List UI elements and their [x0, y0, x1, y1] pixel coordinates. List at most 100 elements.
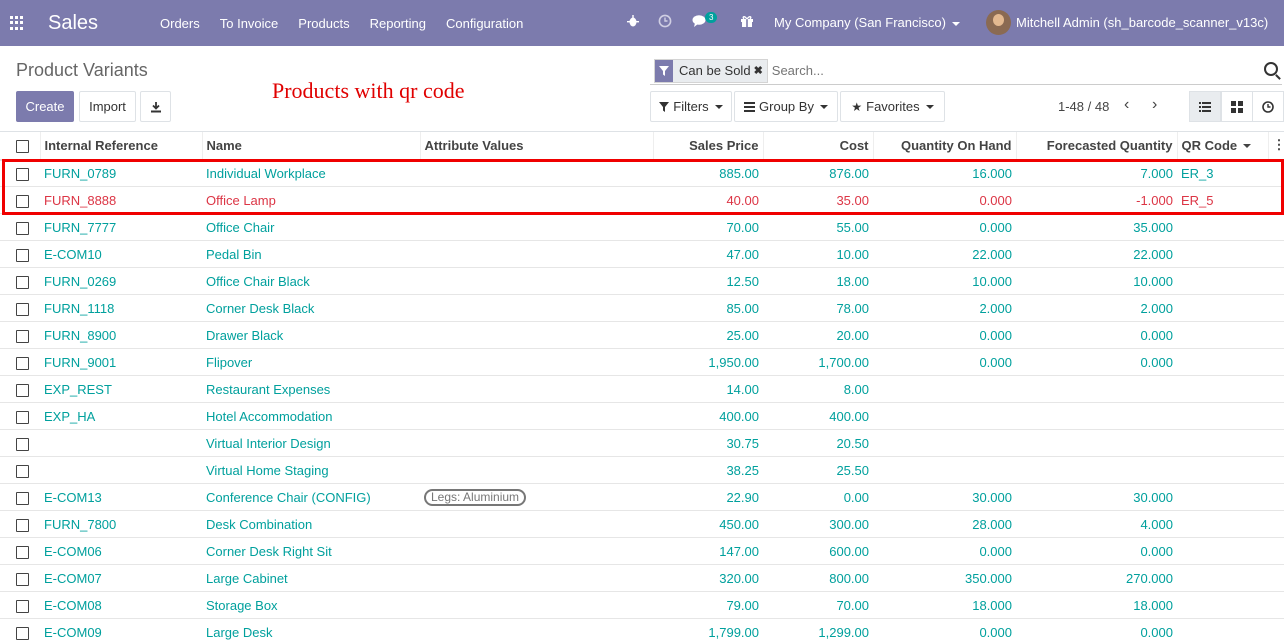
cell-ref[interactable]: FURN_7777 — [40, 213, 202, 241]
cell-price[interactable]: 25.00 — [653, 321, 763, 349]
cell-price[interactable]: 400.00 — [653, 402, 763, 430]
cell-name[interactable]: Pedal Bin — [202, 240, 420, 268]
search-input[interactable] — [771, 63, 1252, 78]
cell-qr[interactable] — [1177, 213, 1268, 241]
cell-name[interactable]: Desk Combination — [202, 510, 420, 538]
column-options-icon[interactable]: ⋮ — [1267, 131, 1284, 161]
cell-attr[interactable] — [420, 591, 653, 619]
cell-qr[interactable] — [1177, 537, 1268, 565]
cell-cost[interactable]: 20.50 — [763, 429, 873, 457]
cell-name[interactable]: Restaurant Expenses — [202, 375, 420, 403]
cell-name[interactable]: Virtual Home Staging — [202, 456, 420, 484]
pager-next-icon[interactable]: › — [1152, 96, 1157, 114]
table-row[interactable]: E-COM07 Large Cabinet 320.00 800.00 350.000 2… — [0, 564, 1284, 592]
cell-price[interactable]: 47.00 — [653, 240, 763, 268]
column-header-sales-price[interactable]: Sales Price — [652, 131, 763, 161]
cell-name[interactable]: Corner Desk Black — [202, 294, 420, 322]
cell-attr[interactable] — [420, 240, 653, 268]
cell-ref[interactable]: EXP_REST — [40, 375, 202, 403]
row-checkbox[interactable] — [16, 275, 29, 289]
avatar[interactable] — [986, 10, 1011, 35]
cell-qr[interactable] — [1177, 321, 1268, 349]
activity-view-button[interactable] — [1252, 91, 1284, 122]
cell-name[interactable]: Office Chair Black — [202, 267, 420, 295]
cell-cost[interactable]: 876.00 — [763, 159, 873, 187]
cell-forecast[interactable]: 0.000 — [1016, 321, 1177, 349]
cell-qty[interactable] — [873, 375, 1016, 403]
cell-cost[interactable]: 70.00 — [763, 591, 873, 619]
cell-price[interactable]: 38.25 — [653, 456, 763, 484]
cell-cost[interactable]: 18.00 — [763, 267, 873, 295]
row-checkbox[interactable] — [16, 491, 29, 505]
cell-cost[interactable]: 1,299.00 — [763, 618, 873, 641]
row-checkbox[interactable] — [16, 167, 29, 181]
cell-qr[interactable] — [1177, 402, 1268, 430]
cell-attr[interactable] — [420, 537, 653, 565]
cell-cost[interactable]: 35.00 — [763, 186, 873, 214]
cell-forecast[interactable]: 7.000 — [1016, 159, 1177, 187]
cell-forecast[interactable]: 4.000 — [1016, 510, 1177, 538]
cell-forecast[interactable] — [1016, 402, 1177, 430]
cell-price[interactable]: 1,799.00 — [653, 618, 763, 641]
cell-forecast[interactable] — [1016, 456, 1177, 484]
row-checkbox[interactable] — [16, 356, 29, 370]
cell-qty[interactable]: 28.000 — [873, 510, 1016, 538]
table-row[interactable]: FURN_0269 Office Chair Black 12.50 18.00 10.… — [0, 267, 1284, 295]
table-row[interactable]: EXP_HA Hotel Accommodation 400.00 400.00 — [0, 402, 1284, 430]
table-row[interactable]: E-COM13 Conference Chair (CONFIG) Legs: Al… — [0, 483, 1284, 511]
cell-forecast[interactable] — [1016, 429, 1177, 457]
cell-attr[interactable] — [420, 564, 653, 592]
close-icon[interactable]: ✖ — [754, 64, 767, 77]
cell-attr[interactable] — [420, 213, 653, 241]
cell-attr[interactable]: Legs: Aluminium — [420, 483, 653, 511]
cell-cost[interactable]: 20.00 — [763, 321, 873, 349]
row-checkbox[interactable] — [16, 545, 29, 559]
cell-forecast[interactable]: 0.000 — [1016, 537, 1177, 565]
cell-ref[interactable]: EXP_HA — [40, 402, 202, 430]
cell-qty[interactable]: 10.000 — [873, 267, 1016, 295]
cell-name[interactable]: Conference Chair (CONFIG) — [202, 483, 420, 511]
cell-cost[interactable]: 600.00 — [763, 537, 873, 565]
menu-item-orders[interactable]: Orders — [160, 16, 200, 31]
cell-forecast[interactable]: 30.000 — [1016, 483, 1177, 511]
cell-cost[interactable]: 25.50 — [763, 456, 873, 484]
menu-item-to-invoice[interactable]: To Invoice — [220, 16, 279, 31]
cell-ref[interactable]: FURN_7800 — [40, 510, 202, 538]
row-checkbox[interactable] — [16, 518, 29, 532]
cell-name[interactable]: Large Cabinet — [202, 564, 420, 592]
cell-qty[interactable]: 0.000 — [873, 186, 1016, 214]
cell-ref[interactable] — [40, 429, 202, 457]
cell-price[interactable]: 22.90 — [653, 483, 763, 511]
table-row[interactable]: FURN_8900 Drawer Black 25.00 20.00 0.000 0.00… — [0, 321, 1284, 349]
cell-ref[interactable]: FURN_8900 — [40, 321, 202, 349]
pager-previous-icon[interactable]: ‹ — [1124, 96, 1129, 114]
cell-forecast[interactable]: 35.000 — [1016, 213, 1177, 241]
cell-price[interactable]: 14.00 — [653, 375, 763, 403]
kanban-view-button[interactable] — [1221, 91, 1253, 122]
cell-qty[interactable] — [873, 456, 1016, 484]
cell-qty[interactable]: 0.000 — [873, 321, 1016, 349]
row-checkbox[interactable] — [16, 437, 29, 451]
row-checkbox[interactable] — [16, 599, 29, 613]
column-header-name[interactable]: Name — [201, 131, 420, 161]
cell-ref[interactable]: E-COM07 — [40, 564, 202, 592]
cell-forecast[interactable]: 2.000 — [1016, 294, 1177, 322]
cell-attr[interactable] — [420, 429, 653, 457]
list-view-button[interactable] — [1189, 91, 1221, 122]
cell-name[interactable]: Office Lamp — [202, 186, 420, 214]
cell-ref[interactable]: E-COM10 — [40, 240, 202, 268]
cell-cost[interactable]: 8.00 — [763, 375, 873, 403]
cell-attr[interactable] — [420, 510, 653, 538]
row-checkbox[interactable] — [16, 383, 29, 397]
cell-name[interactable]: Individual Workplace — [202, 159, 420, 187]
cell-name[interactable]: Hotel Accommodation — [202, 402, 420, 430]
clock-icon[interactable] — [658, 14, 672, 28]
cell-qr[interactable] — [1177, 483, 1268, 511]
favorites-button[interactable]: ★ Favorites — [840, 91, 945, 122]
row-checkbox[interactable] — [16, 464, 29, 478]
table-row[interactable]: FURN_7777 Office Chair 70.00 55.00 0.000 35.0… — [0, 213, 1284, 241]
column-header-qr-code[interactable]: QR Code — [1176, 131, 1268, 161]
bug-icon[interactable] — [626, 14, 640, 28]
cell-name[interactable]: Flipover — [202, 348, 420, 376]
cell-forecast[interactable]: -1.000 — [1016, 186, 1177, 214]
